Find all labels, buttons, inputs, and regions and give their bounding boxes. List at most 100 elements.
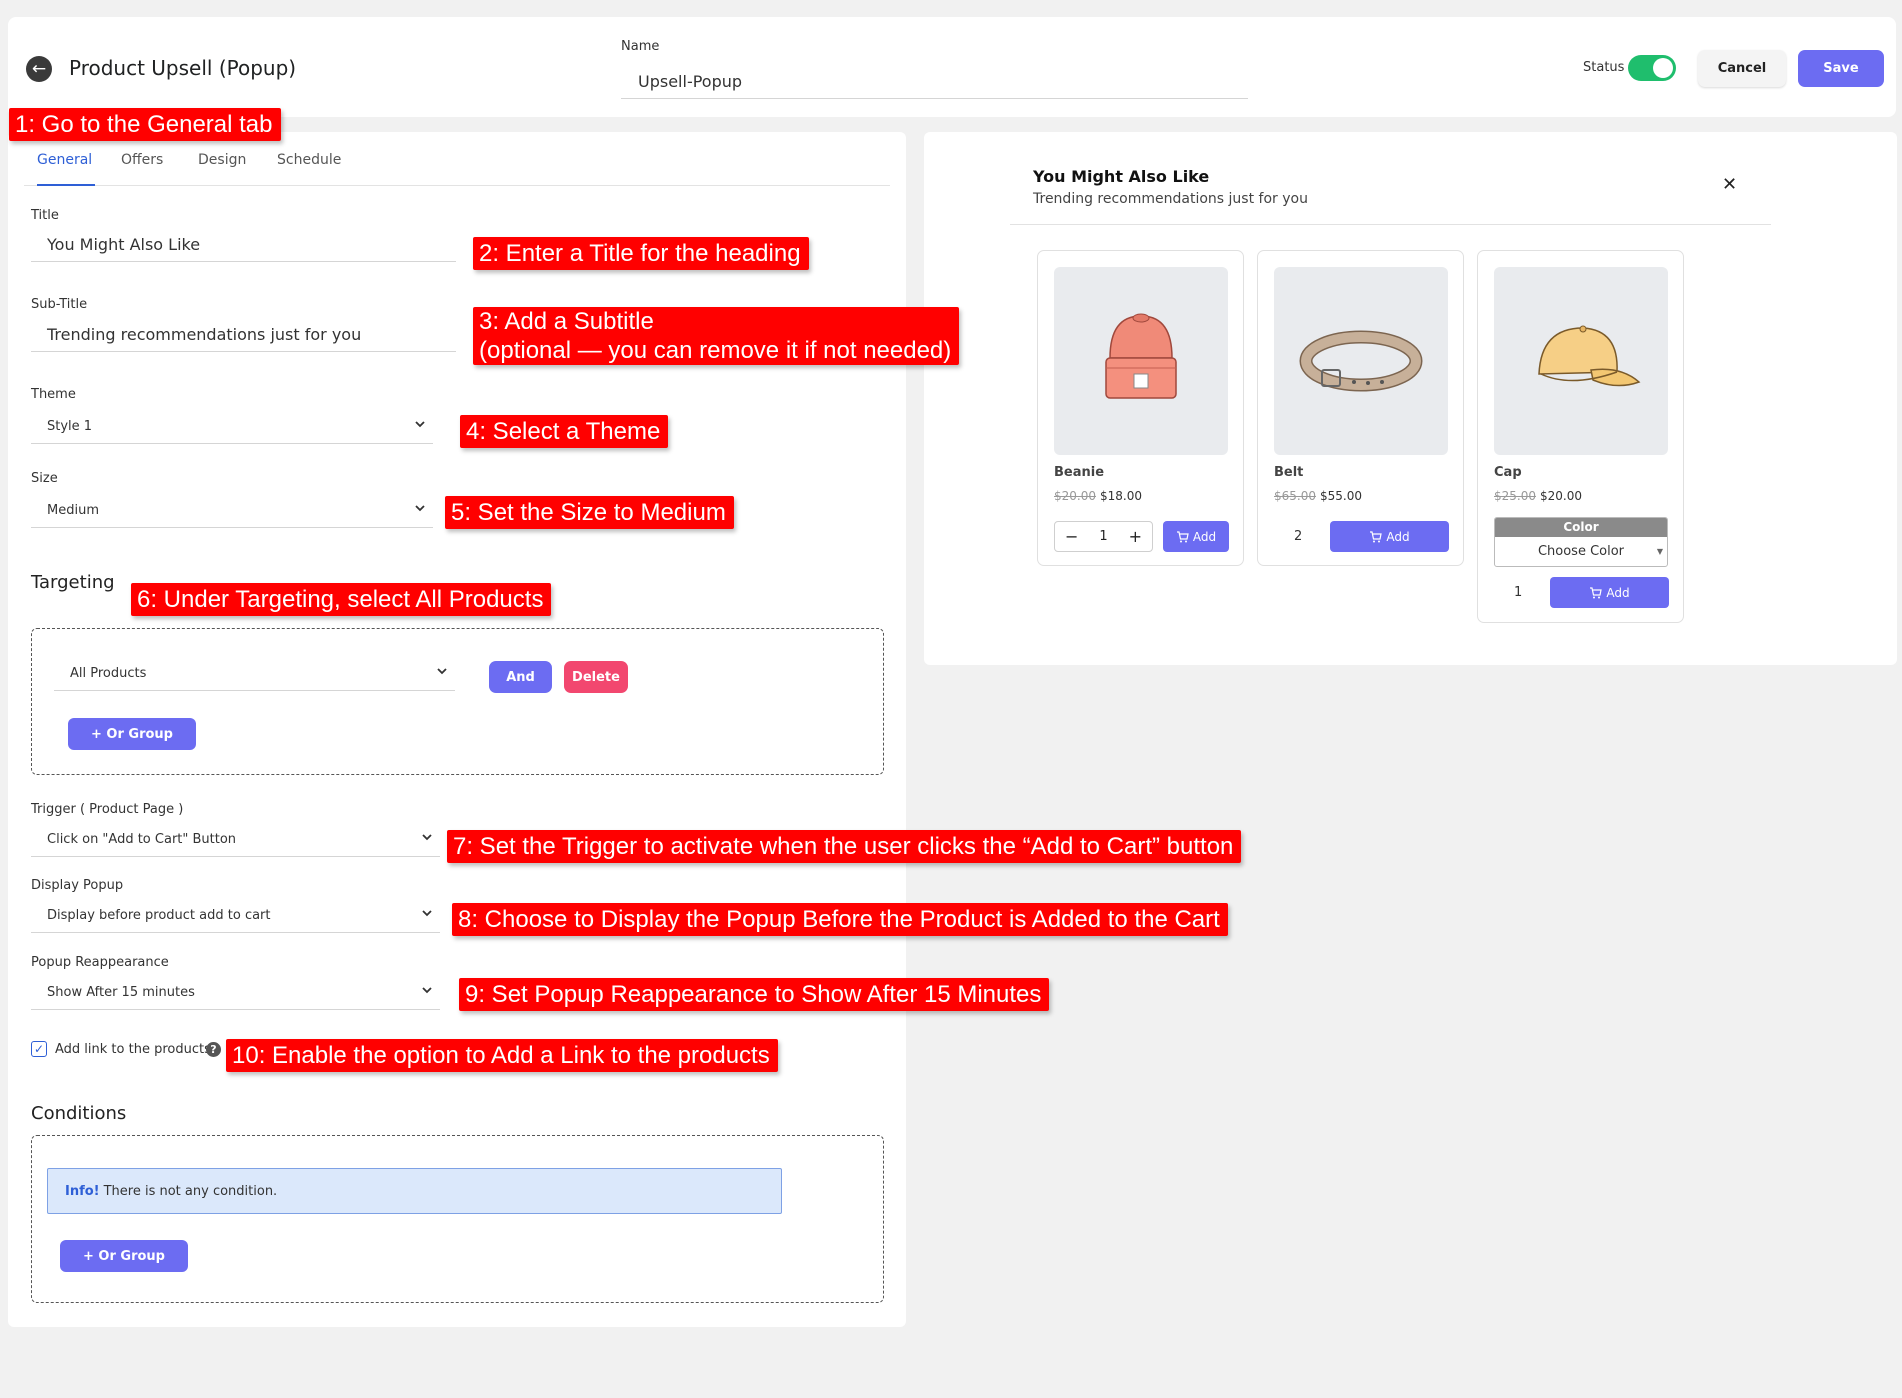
annotation-step-9: 9: Set Popup Reappearance to Show After … xyxy=(459,978,1050,1011)
add-link-checkbox[interactable]: ✓ xyxy=(31,1041,47,1057)
annotation-step-8: 8: Choose to Display the Popup Before th… xyxy=(452,903,1228,936)
cart-icon xyxy=(1176,530,1189,542)
delete-button[interactable]: Delete xyxy=(564,661,628,693)
theme-label: Theme xyxy=(31,387,76,402)
back-arrow-icon[interactable]: ← xyxy=(26,56,52,82)
info-message: Info! There is not any condition. xyxy=(47,1168,782,1214)
save-button[interactable]: Save xyxy=(1798,50,1884,87)
display-popup-label: Display Popup xyxy=(31,878,124,893)
tab-design[interactable]: Design xyxy=(198,150,250,186)
cart-icon xyxy=(1590,586,1603,598)
annotation-step-10: 10: Enable the option to Add a Link to t… xyxy=(226,1039,778,1072)
targeting-heading: Targeting xyxy=(31,572,115,593)
minus-icon[interactable]: − xyxy=(1065,527,1078,546)
plus-icon[interactable]: + xyxy=(1129,527,1142,546)
close-icon[interactable]: ✕ xyxy=(1722,174,1737,195)
popup-preview: You Might Also Like Trending recommendat… xyxy=(924,132,1897,665)
add-label: Add xyxy=(1606,585,1630,600)
color-select-value[interactable]: Choose Color ▼ xyxy=(1495,537,1667,566)
tab-schedule[interactable]: Schedule xyxy=(277,150,345,186)
size-label: Size xyxy=(31,471,58,486)
theme-select[interactable]: Style 1 xyxy=(31,410,433,444)
info-text: There is not any condition. xyxy=(103,1184,278,1199)
title-input[interactable]: You Might Also Like xyxy=(31,228,456,262)
add-label: Add xyxy=(1192,529,1217,544)
belt-image xyxy=(1274,267,1448,455)
help-icon[interactable]: ? xyxy=(206,1042,221,1057)
beanie-image xyxy=(1054,267,1228,455)
reappearance-select-value: Show After 15 minutes xyxy=(47,985,195,1000)
color-value-text: Choose Color xyxy=(1537,544,1625,559)
quantity-value[interactable]: 2 xyxy=(1294,529,1302,544)
product-card-cap: Cap $25.00 $20.00 Color Choose Color ▼ 1 A… xyxy=(1477,250,1684,623)
annotation-step-3-line-2: (optional — you can remove it if not nee… xyxy=(479,337,952,364)
conditions-or-group-button[interactable]: + Or Group xyxy=(60,1240,188,1272)
add-label: Add xyxy=(1386,529,1410,544)
targeting-box: All Products And Delete + Or Group xyxy=(31,628,884,775)
chevron-down-icon xyxy=(422,910,432,917)
reappearance-select[interactable]: Show After 15 minutes xyxy=(31,976,440,1010)
annotation-step-1: 1: Go to the General tab xyxy=(9,108,281,141)
cap-image xyxy=(1494,267,1668,455)
targeting-select[interactable]: All Products xyxy=(54,657,455,691)
product-price: $20.00 $18.00 xyxy=(1054,489,1142,503)
annotation-step-2: 2: Enter a Title for the heading xyxy=(473,237,809,270)
color-label: Color xyxy=(1495,518,1667,537)
status-label: Status xyxy=(1583,60,1625,75)
preview-title: You Might Also Like xyxy=(1033,167,1210,186)
name-input[interactable] xyxy=(621,65,1248,99)
current-price: $18.00 xyxy=(1100,489,1142,503)
quantity-stepper[interactable]: − 1 + xyxy=(1054,521,1153,552)
add-to-cart-button[interactable]: Add xyxy=(1330,521,1449,552)
chevron-down-icon xyxy=(415,505,425,512)
info-strong: Info! xyxy=(65,1184,100,1199)
targeting-select-value: All Products xyxy=(70,666,147,681)
cart-icon xyxy=(1370,530,1383,542)
or-group-button[interactable]: + Or Group xyxy=(68,718,196,750)
chevron-down-icon xyxy=(437,668,447,675)
subtitle-input[interactable]: Trending recommendations just for you xyxy=(31,318,456,352)
preview-divider xyxy=(1010,224,1771,225)
theme-select-value: Style 1 xyxy=(47,419,93,434)
annotation-step-7: 7: Set the Trigger to activate when the … xyxy=(447,830,1242,863)
color-select[interactable]: Color Choose Color ▼ xyxy=(1494,517,1668,567)
product-name: Cap xyxy=(1494,465,1522,480)
annotation-step-3: 3: Add a Subtitle (optional — you can re… xyxy=(473,307,960,365)
old-price: $65.00 xyxy=(1274,489,1316,503)
tab-offers[interactable]: Offers xyxy=(121,150,171,186)
chevron-down-icon xyxy=(415,421,425,428)
name-label: Name xyxy=(621,39,660,54)
product-name: Belt xyxy=(1274,465,1304,480)
display-popup-select[interactable]: Display before product add to cart xyxy=(31,899,440,933)
size-select[interactable]: Medium xyxy=(31,494,433,528)
and-button[interactable]: And xyxy=(489,661,552,693)
old-price: $25.00 xyxy=(1494,489,1536,503)
trigger-select-value: Click on "Add to Cart" Button xyxy=(47,832,237,847)
trigger-label: Trigger ( Product Page ) xyxy=(31,802,184,817)
product-card-beanie: Beanie $20.00 $18.00 − 1 + Add xyxy=(1037,250,1244,566)
product-price: $25.00 $20.00 xyxy=(1494,489,1582,503)
chevron-down-icon xyxy=(422,987,432,994)
cancel-button[interactable]: Cancel xyxy=(1698,50,1786,87)
title-label: Title xyxy=(31,208,59,223)
annotation-step-5: 5: Set the Size to Medium xyxy=(445,496,734,529)
conditions-box: Info! There is not any condition. + Or Gr… xyxy=(31,1135,884,1303)
annotation-step-4: 4: Select a Theme xyxy=(460,415,669,448)
add-to-cart-button[interactable]: Add xyxy=(1550,577,1669,608)
display-popup-select-value: Display before product add to cart xyxy=(47,908,271,923)
annotation-step-6: 6: Under Targeting, select All Products xyxy=(131,583,552,616)
preview-subtitle: Trending recommendations just for you xyxy=(1033,191,1308,207)
trigger-select[interactable]: Click on "Add to Cart" Button xyxy=(31,823,440,857)
size-select-value: Medium xyxy=(47,503,99,518)
product-name: Beanie xyxy=(1054,465,1105,480)
quantity-value: 1 xyxy=(1099,529,1108,544)
status-toggle[interactable] xyxy=(1628,55,1676,81)
quantity-value[interactable]: 1 xyxy=(1514,585,1522,600)
old-price: $20.00 xyxy=(1054,489,1096,503)
add-to-cart-button[interactable]: Add xyxy=(1163,521,1229,552)
subtitle-label: Sub-Title xyxy=(31,297,88,312)
current-price: $20.00 xyxy=(1540,489,1582,503)
tab-general[interactable]: General xyxy=(37,150,95,186)
chevron-down-icon xyxy=(422,834,432,841)
current-price: $55.00 xyxy=(1320,489,1362,503)
